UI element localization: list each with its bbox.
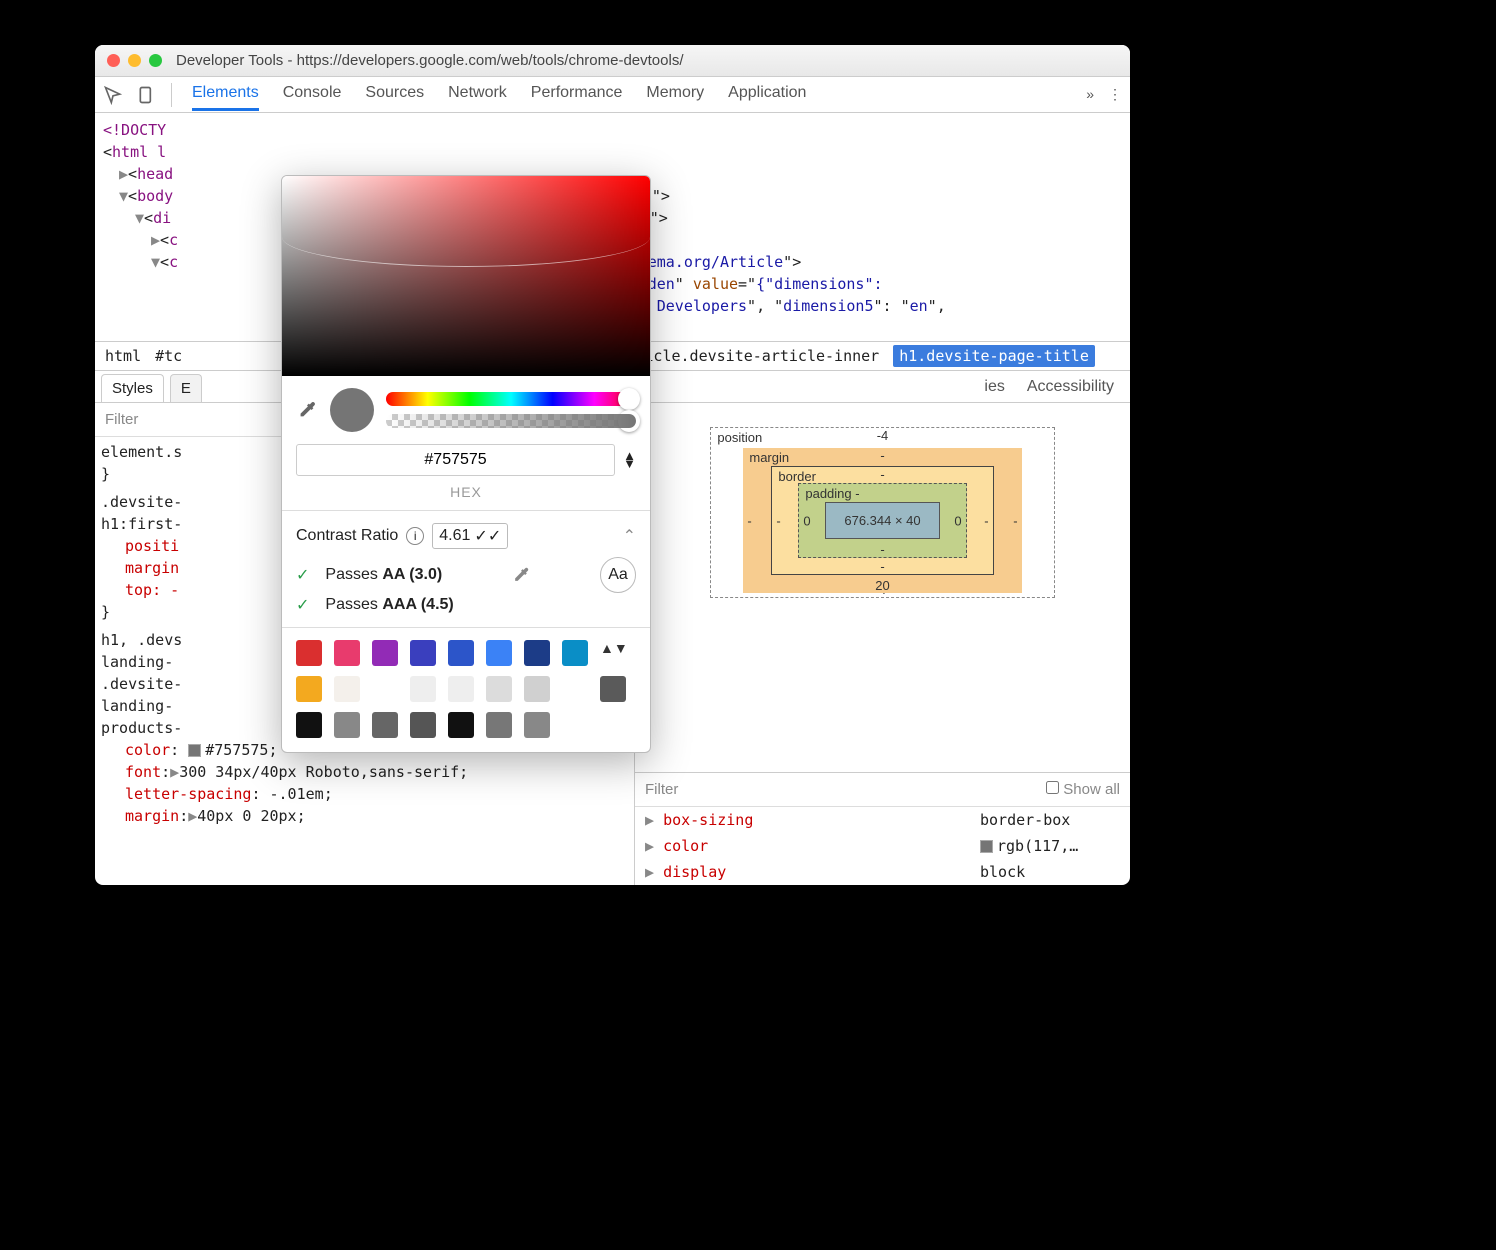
hex-label: HEX <box>282 484 650 510</box>
current-color-swatch <box>330 388 374 432</box>
palette-swatch[interactable] <box>296 712 322 738</box>
check-icon: ✓ <box>296 565 309 585</box>
tab-performance[interactable]: Performance <box>531 78 623 111</box>
palette-swatch[interactable] <box>410 676 436 702</box>
computed-row[interactable]: ▶ colorrgb(117,… <box>635 833 1130 859</box>
subtab-ies[interactable]: ies <box>984 378 1004 396</box>
tab-network[interactable]: Network <box>448 78 507 111</box>
filter-label[interactable]: Filter <box>105 411 138 428</box>
palette[interactable]: ▲▼ <box>282 627 650 752</box>
content-size: 676.344 × 40 <box>825 502 939 539</box>
aa-toggle-button[interactable]: Aa <box>600 557 636 593</box>
crumb[interactable]: #tc <box>155 347 182 365</box>
box-model: position -4 4 margin - - 20 - border - - <box>635 403 1130 772</box>
palette-swatch[interactable] <box>410 640 436 666</box>
palette-swatch[interactable] <box>562 640 588 666</box>
format-toggle-icon[interactable]: ▲▼ <box>623 452 636 468</box>
zoom-icon[interactable] <box>149 54 162 67</box>
eyedropper-icon[interactable] <box>296 399 318 421</box>
check-icon: ✓✓ <box>474 526 501 546</box>
computed-filter[interactable]: Filter <box>645 781 678 798</box>
tab-sources[interactable]: Sources <box>365 78 424 111</box>
traffic-lights <box>107 54 162 67</box>
alpha-thumb[interactable] <box>618 410 640 432</box>
bg-eyedropper-icon[interactable] <box>511 565 531 585</box>
more-tabs-icon[interactable]: » <box>1086 86 1094 103</box>
palette-toggle-icon[interactable]: ▲▼ <box>600 640 614 656</box>
tab-console[interactable]: Console <box>283 78 342 111</box>
hue-slider[interactable] <box>386 392 636 406</box>
palette-swatch[interactable] <box>448 712 474 738</box>
computed-row[interactable]: ▶ box-sizingborder-box <box>635 807 1130 833</box>
palette-swatch[interactable] <box>372 712 398 738</box>
tab-memory[interactable]: Memory <box>646 78 704 111</box>
alpha-slider[interactable] <box>386 414 636 428</box>
palette-swatch[interactable] <box>296 676 322 702</box>
palette-swatch[interactable] <box>372 676 398 702</box>
chevron-up-icon[interactable]: ⌃ <box>623 526 636 546</box>
crumb[interactable]: article.devsite-article-inner <box>617 347 879 365</box>
palette-swatch[interactable] <box>524 676 550 702</box>
palette-swatch[interactable] <box>524 640 550 666</box>
color-swatch[interactable] <box>188 744 201 757</box>
palette-swatch[interactable] <box>486 676 512 702</box>
minimize-icon[interactable] <box>128 54 141 67</box>
tab-application[interactable]: Application <box>728 78 806 111</box>
palette-swatch[interactable] <box>448 640 474 666</box>
devtools-window: Developer Tools - https://developers.goo… <box>95 45 1130 885</box>
panel-tabs: Elements Console Sources Network Perform… <box>192 78 806 111</box>
color-picker[interactable]: ▲▼ HEX Contrast Ratio i 4.61✓✓ ⌃ ✓Passes… <box>281 175 651 753</box>
palette-swatch[interactable] <box>334 676 360 702</box>
contrast-label: Contrast Ratio <box>296 527 398 545</box>
tab-elements[interactable]: Elements <box>192 78 259 111</box>
device-toggle-icon[interactable] <box>137 85 157 105</box>
subtab-styles[interactable]: Styles <box>101 374 164 402</box>
palette-swatch[interactable] <box>562 676 588 702</box>
subtab-e[interactable]: E <box>170 374 202 402</box>
color-field[interactable] <box>282 176 650 376</box>
crumb-active[interactable]: h1.devsite-page-title <box>893 345 1095 367</box>
info-icon[interactable]: i <box>406 527 424 545</box>
hex-input[interactable] <box>296 444 615 476</box>
crumb[interactable]: html <box>105 347 141 365</box>
titlebar: Developer Tools - https://developers.goo… <box>95 45 1130 77</box>
hue-thumb[interactable] <box>618 388 640 410</box>
palette-swatch[interactable] <box>600 676 626 702</box>
kebab-icon[interactable]: ⋮ <box>1108 86 1122 103</box>
palette-swatch[interactable] <box>334 712 360 738</box>
palette-swatch[interactable] <box>372 640 398 666</box>
palette-swatch[interactable] <box>296 640 322 666</box>
close-icon[interactable] <box>107 54 120 67</box>
top-toolbar: Elements Console Sources Network Perform… <box>95 77 1130 113</box>
palette-swatch[interactable] <box>410 712 436 738</box>
inspect-icon[interactable] <box>103 85 123 105</box>
palette-swatch[interactable] <box>448 676 474 702</box>
dom-line[interactable]: <!DOCTY <box>103 119 1122 141</box>
computed-row[interactable]: ▶ displayblock <box>635 859 1130 885</box>
subtab-accessibility[interactable]: Accessibility <box>1027 378 1114 396</box>
palette-swatch[interactable] <box>524 712 550 738</box>
check-icon: ✓ <box>296 595 309 615</box>
show-all-checkbox[interactable] <box>1046 781 1059 794</box>
palette-swatch[interactable] <box>334 640 360 666</box>
palette-swatch[interactable] <box>486 712 512 738</box>
window-title: Developer Tools - https://developers.goo… <box>176 52 684 69</box>
palette-swatch[interactable] <box>486 640 512 666</box>
dom-line[interactable]: <html l <box>103 141 1122 163</box>
